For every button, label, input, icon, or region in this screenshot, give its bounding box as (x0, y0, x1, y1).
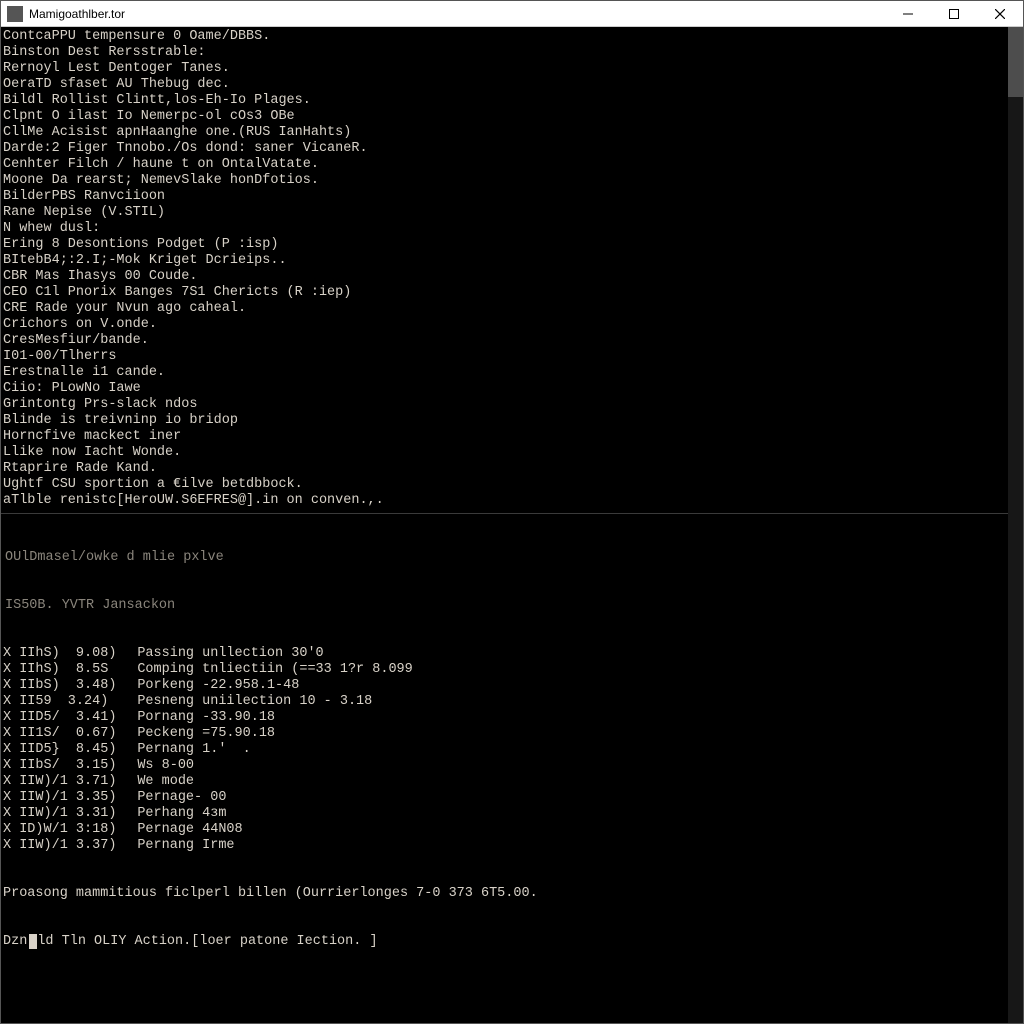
log-row: X IIW)/1 3.31) Perhang 4зm (3, 806, 1019, 822)
terminal-line: Erestnalle i1 cande. (3, 365, 1019, 381)
log-row: X IIW)/1 3.71) We mode (3, 774, 1019, 790)
titlebar: Mamigoathlber.tor (1, 1, 1023, 27)
terminal-line: N whew dusl: (3, 221, 1019, 237)
terminal-line: Grintontg Prs-slack ndos (3, 397, 1019, 413)
terminal-line: CllMe Acisist apnHaanghe one.(RUS IanHah… (3, 125, 1019, 141)
terminal-line: aTlble renistc[HeroUW.S6EFRES@].in on co… (3, 493, 1019, 509)
close-button[interactable] (977, 1, 1023, 26)
log-row: X IIbS/ 3.15) Ws 8-00 (3, 758, 1019, 774)
log-id: X IIW)/1 3.31) (3, 806, 113, 822)
log-id: X II59 3.24) (3, 694, 113, 710)
log-id: X IIW)/1 3.35) (3, 790, 113, 806)
window: Mamigoathlber.tor ContcaPPU tempensure 0… (0, 0, 1024, 1024)
terminal-line: BilderPBS Ranvciioon (3, 189, 1019, 205)
window-title: Mamigoathlber.tor (29, 7, 885, 21)
maximize-button[interactable] (931, 1, 977, 26)
log-message: Ws 8-00 (137, 758, 194, 774)
log-row: X IIW)/1 3.35) Pernage- 00 (3, 790, 1019, 806)
terminal-line: Clpnt O ilast Io Nemerpc-ol cOs3 OBe (3, 109, 1019, 125)
terminal-line: Rernoyl Lest Dentoger Tanes. (3, 61, 1019, 77)
log-id: X IIhS) 8.5S (3, 662, 113, 678)
log-row: X II59 3.24) Pesneng uniilection 10 - 3.… (3, 694, 1019, 710)
footer-line-1: Proasong mammitious ficlperl billen (Our… (3, 886, 1019, 902)
log-row: X IID5} 8.45) Pernang 1.' . (3, 742, 1019, 758)
terminal-bottom-pane: OUlDmasel/owke d mlie pxlve IS50B. YVTR … (1, 516, 1023, 984)
terminal-line: CRE Rade your Nvun ago caheal. (3, 301, 1019, 317)
footer-line-2: Dzn ld Tln OLIY Action.[loer patone Iecti… (3, 934, 1019, 950)
log-message: Pornang -33.90.18 (137, 710, 275, 726)
close-icon (995, 9, 1005, 19)
log-row: X IIhS) 9.08) Passing unllection 30'0 (3, 646, 1019, 662)
log-id: X IIbS) 3.48) (3, 678, 113, 694)
log-message: Pesneng uniilection 10 - 3.18 (137, 694, 372, 710)
minimize-icon (903, 9, 913, 19)
log-message: Perhang 4зm (137, 806, 226, 822)
log-message: Peckeng =75.90.18 (137, 726, 275, 742)
log-id: X IIW)/1 3.37) (3, 838, 113, 854)
log-id: X II1S/ 0.67) (3, 726, 113, 742)
terminal-line: Rane Nepise (V.STIL) (3, 205, 1019, 221)
terminal-line: Rtaprire Rade Kand. (3, 461, 1019, 477)
log-id: X IIbS/ 3.15) (3, 758, 113, 774)
log-row: X IIbS) 3.48) Porkeng -22.958.1-48 (3, 678, 1019, 694)
prompt-segment-a: Dzn (3, 934, 27, 949)
log-message: Porkeng -22.958.1-48 (137, 678, 299, 694)
log-rows: X IIhS) 9.08) Passing unllection 30'0X I… (3, 646, 1019, 854)
terminal-line: Binston Dest Rersstrable: (3, 45, 1019, 61)
log-message: Pernage- 00 (137, 790, 226, 806)
terminal-line: CEO C1l Pnorix Banges 7S1 Chericts (R :i… (3, 285, 1019, 301)
terminal-line: BItebB4;:2.I;-Mok Kriget Dcrieips.. (3, 253, 1019, 269)
section-header-2: IS50B. YVTR Jansackon (3, 598, 1019, 614)
terminal-line: CresMesfiur/bande. (3, 333, 1019, 349)
prompt-segment-b: ld Tln OLIY Action.[loer patone Iection.… (37, 934, 377, 949)
terminal-line: Cenhter Filch / haune t on OntalVatate. (3, 157, 1019, 173)
terminal-line: Moone Da rearst; NemevSlake honDfotios. (3, 173, 1019, 189)
terminal-line: Ciio: PLowNo Iawe (3, 381, 1019, 397)
log-id: X IIW)/1 3.71) (3, 774, 113, 790)
log-message: Pernang Irme (137, 838, 234, 854)
log-row: X IID5/ 3.41) Pornang -33.90.18 (3, 710, 1019, 726)
terminal[interactable]: ContcaPPU tempensure 0 Oame/DBBS.Binston… (1, 27, 1023, 1023)
log-row: X ID)W/1 3:18) Pernage 44N08 (3, 822, 1019, 838)
pane-divider (1, 513, 1023, 514)
terminal-line: Blinde is treivninp io bridop (3, 413, 1019, 429)
log-id: X IID5/ 3.41) (3, 710, 113, 726)
minimize-button[interactable] (885, 1, 931, 26)
window-controls (885, 1, 1023, 26)
log-message: Passing unllection 30'0 (137, 646, 323, 662)
terminal-line: Llike now Iacht Wonde. (3, 445, 1019, 461)
terminal-line: CBR Mas Ihasys 00 Coude. (3, 269, 1019, 285)
terminal-line: Ughtf CSU sportion a €ilve betdbbock. (3, 477, 1019, 493)
log-id: X IIhS) 9.08) (3, 646, 113, 662)
log-row: X IIW)/1 3.37) Pernang Irme (3, 838, 1019, 854)
terminal-line: Crichors on V.onde. (3, 317, 1019, 333)
log-message: Pernang 1.' . (137, 742, 250, 758)
terminal-line: I01-00/Tlherrs (3, 349, 1019, 365)
log-row: X II1S/ 0.67) Peckeng =75.90.18 (3, 726, 1019, 742)
scrollbar-track[interactable] (1008, 27, 1023, 1023)
log-id: X IID5} 8.45) (3, 742, 113, 758)
log-message: Pernage 44N08 (137, 822, 242, 838)
log-id: X ID)W/1 3:18) (3, 822, 113, 838)
log-message: We mode (137, 774, 194, 790)
terminal-line: ContcaPPU tempensure 0 Oame/DBBS. (3, 29, 1019, 45)
log-row: X IIhS) 8.5S Comping tnliectiin (==33 1?… (3, 662, 1019, 678)
terminal-top-pane: ContcaPPU tempensure 0 Oame/DBBS.Binston… (1, 27, 1023, 511)
terminal-line: Horncfive mackect iner (3, 429, 1019, 445)
terminal-line: Bildl Rollist Clintt,los-Eh-Io Plages. (3, 93, 1019, 109)
scrollbar-thumb[interactable] (1008, 27, 1023, 97)
terminal-line: OeraTD sfaset AU Thebug dec. (3, 77, 1019, 93)
log-message: Comping tnliectiin (==33 1?r 8.099 (137, 662, 412, 678)
terminal-line: Ering 8 Desontions Podget (P :isp) (3, 237, 1019, 253)
terminal-line: Darde:2 Figer Tnnobo./Os dond: saner Vic… (3, 141, 1019, 157)
section-header-1: OUlDmasel/owke d mlie pxlve (3, 550, 1019, 566)
app-icon (7, 6, 23, 22)
maximize-icon (949, 9, 959, 19)
